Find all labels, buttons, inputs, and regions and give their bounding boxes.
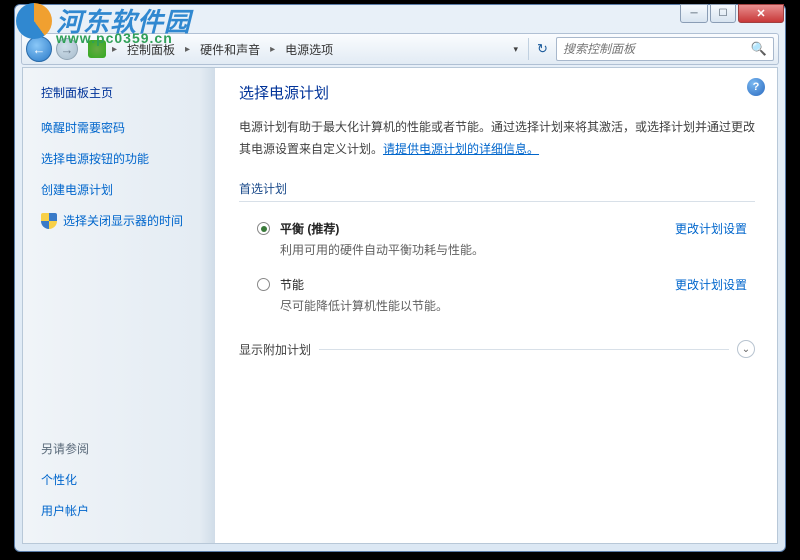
- breadcrumb-dropdown[interactable]: ▾: [507, 44, 524, 55]
- page-description: 电源计划有助于最大化计算机的性能或者节能。通过选择计划来将其激活，或选择计划并通…: [239, 117, 755, 160]
- search-input[interactable]: [563, 42, 751, 56]
- sidebar-link-power-button[interactable]: 选择电源按钮的功能: [41, 150, 205, 167]
- change-plan-settings-link[interactable]: 更改计划设置: [675, 220, 747, 237]
- window: ─ ☐ ✕ ← → ▸ 控制面板 ▸ 硬件和声音 ▸ 电源选项 ▾ ↻ 🔍 控制…: [14, 4, 786, 552]
- plan-desc: 利用可用的硬件自动平衡功耗与性能。: [280, 241, 675, 258]
- desc-link[interactable]: 请提供电源计划的详细信息。: [383, 142, 539, 156]
- sidebar: 控制面板主页 唤醒时需要密码 选择电源按钮的功能 创建电源计划 选择关闭显示器的…: [23, 68, 215, 543]
- power-plan-saver[interactable]: 节能 尽可能降低计算机性能以节能。 更改计划设置: [239, 270, 755, 326]
- plan-desc: 尽可能降低计算机性能以节能。: [280, 297, 675, 314]
- sidebar-link-create-plan[interactable]: 创建电源计划: [41, 181, 205, 198]
- help-button[interactable]: ?: [747, 78, 765, 96]
- shield-icon: [41, 213, 57, 229]
- preferred-plans-label: 首选计划: [239, 180, 755, 197]
- nav-back-button[interactable]: ←: [26, 36, 52, 62]
- sidebar-link-display-off[interactable]: 选择关闭显示器的时间: [41, 212, 205, 229]
- close-button[interactable]: ✕: [738, 4, 784, 23]
- refresh-button[interactable]: ↻: [528, 38, 550, 60]
- additional-plans-label: 显示附加计划: [239, 341, 319, 358]
- minimize-button[interactable]: ─: [680, 4, 708, 23]
- power-plan-balanced[interactable]: 平衡 (推荐) 利用可用的硬件自动平衡功耗与性能。 更改计划设置: [239, 214, 755, 270]
- search-box[interactable]: 🔍: [556, 37, 774, 61]
- breadcrumb-sep: ▸: [268, 44, 277, 55]
- see-also-heading: 另请参阅: [41, 440, 205, 457]
- page-title: 选择电源计划: [239, 82, 755, 103]
- breadcrumb-sep: ▸: [183, 44, 192, 55]
- breadcrumb[interactable]: 硬件和声音: [196, 41, 264, 58]
- divider: [319, 349, 729, 350]
- content-area: ? 选择电源计划 电源计划有助于最大化计算机的性能或者节能。通过选择计划来将其激…: [215, 68, 777, 543]
- divider: [239, 201, 755, 202]
- additional-plans-row[interactable]: 显示附加计划 ⌄: [239, 340, 755, 358]
- plan-name: 平衡 (推荐): [280, 220, 675, 237]
- change-plan-settings-link[interactable]: 更改计划设置: [675, 276, 747, 293]
- sidebar-link-wake-password[interactable]: 唤醒时需要密码: [41, 119, 205, 136]
- breadcrumb[interactable]: 控制面板: [123, 41, 179, 58]
- maximize-button[interactable]: ☐: [710, 4, 736, 23]
- sidebar-link-personalization[interactable]: 个性化: [41, 471, 205, 488]
- navigation-bar: ← → ▸ 控制面板 ▸ 硬件和声音 ▸ 电源选项 ▾ ↻ 🔍: [21, 33, 779, 65]
- search-icon[interactable]: 🔍: [751, 41, 767, 57]
- plan-name: 节能: [280, 276, 675, 293]
- titlebar: ─ ☐ ✕: [15, 5, 785, 33]
- sidebar-link-user-accounts[interactable]: 用户帐户: [41, 502, 205, 519]
- expand-button[interactable]: ⌄: [737, 340, 755, 358]
- radio-saver[interactable]: [257, 278, 270, 291]
- radio-balanced[interactable]: [257, 222, 270, 235]
- window-body: 控制面板主页 唤醒时需要密码 选择电源按钮的功能 创建电源计划 选择关闭显示器的…: [22, 67, 778, 544]
- breadcrumb[interactable]: 电源选项: [281, 41, 337, 58]
- breadcrumb-sep: ▸: [110, 44, 119, 55]
- nav-forward-button[interactable]: →: [56, 38, 78, 60]
- location-icon: [88, 40, 106, 58]
- sidebar-heading[interactable]: 控制面板主页: [41, 84, 205, 101]
